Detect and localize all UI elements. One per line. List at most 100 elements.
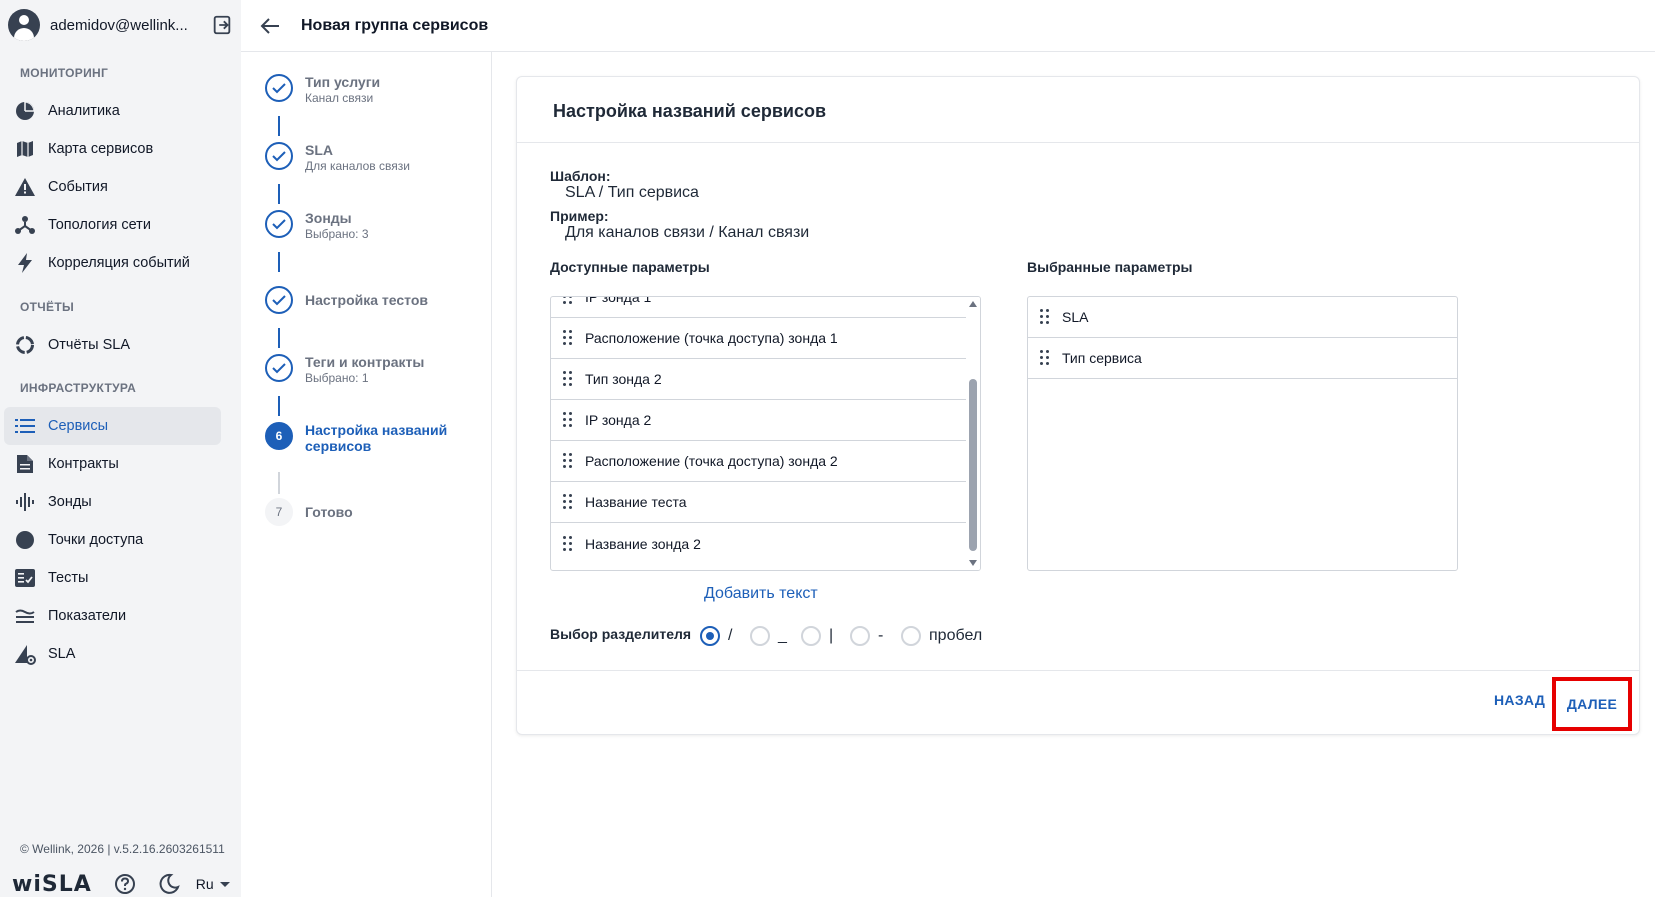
step-probes[interactable]: Зонды Выбрано: 3 (265, 210, 369, 242)
step-connector (278, 116, 280, 136)
sidebar-item-services[interactable]: Сервисы (4, 407, 221, 445)
add-text-button[interactable]: Добавить текст (704, 585, 818, 603)
param-label: IP зонда 2 (585, 412, 652, 428)
sidebar-item-analytics[interactable]: Аналитика (4, 92, 221, 130)
avatar[interactable] (8, 9, 40, 41)
sidebar-item-label: Сервисы (48, 418, 109, 434)
step-sla[interactable]: SLA Для каналов связи (265, 142, 410, 174)
moon-icon[interactable] (158, 873, 180, 895)
separator-label: Выбор разделителя (550, 626, 692, 642)
drag-handle-icon[interactable] (1040, 349, 1050, 367)
radio-label: _ (778, 627, 787, 644)
param-label: Название зонда 2 (585, 535, 701, 552)
separator-option-slash[interactable]: / (700, 626, 732, 646)
sidebar-item-correlation[interactable]: Корреляция событий (4, 244, 221, 282)
radio[interactable] (801, 626, 821, 646)
drag-handle-icon[interactable] (563, 535, 573, 553)
step-service-names[interactable]: 6 Настройка названий сервисов (265, 422, 475, 454)
available-params-list[interactable]: IP зонда 1 Расположение (точка доступа) … (550, 296, 981, 571)
step-number: 7 (265, 498, 293, 526)
sidebar-item-label: Тесты (48, 570, 89, 586)
param-label: SLA (1062, 309, 1089, 325)
divider (517, 670, 1639, 671)
page-title: Новая группа сервисов (301, 16, 489, 34)
sidebar-item-service-map[interactable]: Карта сервисов (4, 130, 221, 168)
sidebar-item-label: Точки доступа (48, 532, 144, 548)
user-name: ademidov@wellink... (50, 16, 188, 34)
warning-icon (14, 176, 36, 198)
separator-option-underscore[interactable]: _ (750, 626, 787, 646)
step-connector (278, 252, 280, 272)
drag-handle-icon[interactable] (563, 297, 573, 306)
drag-handle-icon[interactable] (563, 370, 573, 388)
list-item[interactable]: Расположение (точка доступа) зонда 1 (551, 318, 967, 359)
list-item[interactable]: IP зонда 2 (551, 400, 967, 441)
list-item[interactable]: IP зонда 1 (551, 297, 967, 318)
step-connector (278, 184, 280, 204)
drag-handle-icon[interactable] (563, 329, 573, 347)
step-done[interactable]: 7 Готово (265, 498, 353, 526)
sidebar-item-probes[interactable]: Зонды (4, 483, 221, 521)
scrollbar[interactable] (966, 297, 980, 570)
sidebar-item-sla[interactable]: SLA (4, 635, 221, 673)
step-test-settings[interactable]: Настройка тестов (265, 286, 428, 314)
sidebar-item-metrics[interactable]: Показатели (4, 597, 221, 635)
list-item[interactable]: Расположение (точка доступа) зонда 2 (551, 441, 967, 482)
sidebar-item-contracts[interactable]: Контракты (4, 445, 221, 483)
list-item[interactable]: Тип сервиса (1028, 338, 1457, 379)
approx-icon (14, 605, 36, 627)
section-reports: ОТЧЁТЫ (20, 300, 75, 314)
sidebar-item-access-points[interactable]: Точки доступа (4, 521, 221, 559)
list-item[interactable]: Название теста (551, 482, 967, 523)
separator-option-space[interactable]: пробел (901, 626, 982, 646)
drag-handle-icon[interactable] (563, 452, 573, 470)
list-item[interactable]: SLA (1028, 297, 1457, 338)
step-service-type[interactable]: Тип услуги Канал связи (265, 74, 380, 106)
drag-handle-icon[interactable] (1040, 308, 1050, 326)
step-subtitle: Выбрано: 3 (305, 227, 369, 241)
user-profile[interactable]: ademidov@wellink... (8, 8, 233, 42)
radio[interactable] (750, 626, 770, 646)
separator-option-dash[interactable]: - (850, 626, 883, 646)
language-select[interactable]: Ru (196, 876, 230, 892)
radio[interactable] (901, 626, 921, 646)
drag-handle-icon[interactable] (563, 411, 573, 429)
list-item[interactable]: Название зонда 2 (551, 523, 967, 564)
signal-icon (14, 491, 36, 513)
radio-label: | (829, 627, 834, 644)
scroll-up-icon[interactable] (969, 301, 977, 307)
next-button[interactable]: ДАЛЕЕ (1567, 696, 1617, 712)
sidebar-item-label: Контракты (48, 456, 119, 472)
sidebar-item-events[interactable]: События (4, 168, 221, 206)
separator-option-pipe[interactable]: | (801, 626, 833, 646)
selected-params-title: Выбранные параметры (1027, 259, 1193, 275)
selected-params-list[interactable]: SLA Тип сервиса (1027, 296, 1458, 571)
drag-handle-icon[interactable] (563, 493, 573, 511)
sidebar-item-topology[interactable]: Топология сети (4, 206, 221, 244)
document-icon (14, 453, 36, 475)
step-title: SLA (305, 142, 333, 158)
list-item[interactable]: Тип зонда 2 (551, 359, 967, 400)
radio[interactable] (700, 626, 720, 646)
step-number: 6 (265, 422, 293, 450)
copyright: © Wellink, 2026 | v.5.2.16.2603261511 (20, 842, 225, 856)
pie-chart-icon (14, 100, 36, 122)
step-connector (278, 472, 280, 494)
section-monitoring: МОНИТОРИНГ (20, 66, 109, 80)
logout-icon[interactable] (211, 14, 233, 36)
sidebar-footer: wiSLA Ru (12, 872, 230, 897)
sidebar-item-label: Показатели (48, 608, 127, 624)
topology-icon (14, 214, 36, 236)
radio[interactable] (850, 626, 870, 646)
help-icon[interactable] (114, 873, 136, 895)
check-icon (265, 354, 293, 382)
param-label: Тип сервиса (1062, 350, 1142, 366)
radio-label: пробел (929, 627, 983, 644)
sidebar-item-tests[interactable]: Тесты (4, 559, 221, 597)
step-tags-contracts[interactable]: Теги и контракты Выбрано: 1 (265, 354, 424, 386)
back-arrow-icon[interactable] (259, 15, 281, 37)
scroll-down-icon[interactable] (969, 560, 977, 566)
back-button[interactable]: НАЗАД (1494, 692, 1545, 708)
scroll-thumb[interactable] (969, 379, 977, 551)
sidebar-item-sla-reports[interactable]: Отчёты SLA (4, 326, 221, 364)
